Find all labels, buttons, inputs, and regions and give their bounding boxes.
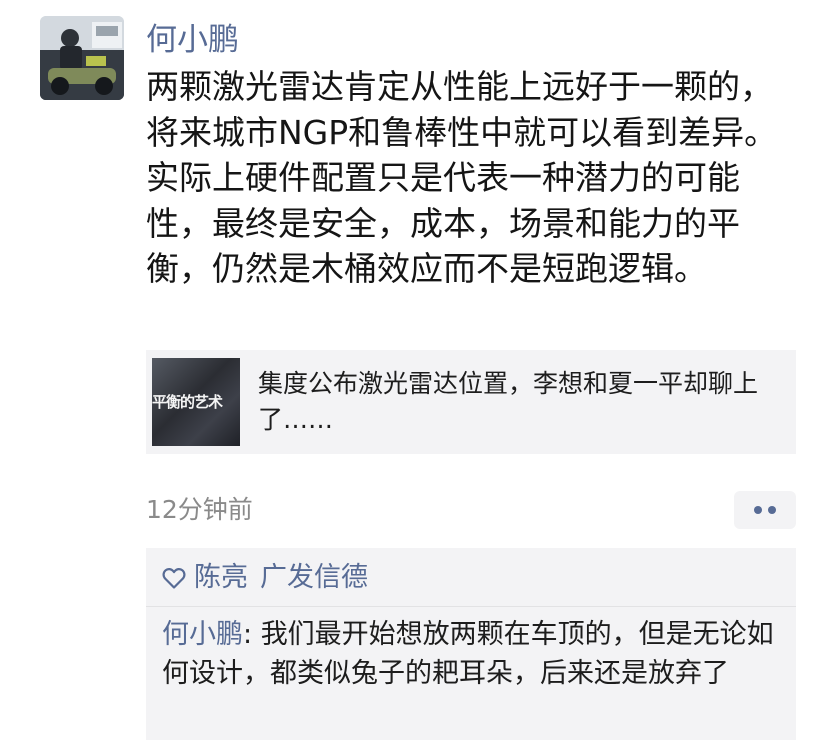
link-thumbnail: 平衡的艺术 (152, 358, 240, 446)
link-thumbnail-text: 平衡的艺术 (152, 393, 223, 411)
divider (146, 606, 796, 607)
comment-author[interactable]: 何小鹏 (162, 619, 243, 650)
likes-comments-box: 陈亮 广发信德 何小鹏: 我们最开始想放两颗在车顶的，但是无论如何设计，都类似兔… (146, 548, 796, 740)
comment-separator: : (243, 619, 261, 650)
link-title: 集度公布激光雷达位置，李想和夏一平却聊上了…… (258, 369, 759, 434)
more-dots-icon (768, 506, 776, 514)
heart-icon (162, 568, 186, 589)
post-author-name[interactable]: 何小鹏 (146, 16, 239, 64)
comment-item[interactable]: 何小鹏: 我们最开始想放两颗在车顶的，但是无论如何设计，都类似兔子的耙耳朵，后来… (162, 616, 782, 693)
avatar[interactable] (40, 16, 124, 100)
post-time: 12分钟前 (146, 495, 253, 524)
avatar-photo-icon (40, 16, 124, 100)
more-dots-icon (754, 506, 762, 514)
shared-link-card[interactable]: 平衡的艺术 集度公布激光雷达位置，李想和夏一平却聊上了…… (146, 350, 796, 454)
like-user-name[interactable]: 广发信德 (260, 558, 368, 598)
more-options-button[interactable] (734, 491, 796, 529)
like-user-name[interactable]: 陈亮 (194, 558, 248, 598)
post-text: 两颗激光雷达肯定从性能上远好于一颗的，将来城市NGP和鲁棒性中就可以看到差异。实… (146, 67, 778, 288)
likes-row: 陈亮 广发信德 (162, 558, 380, 598)
